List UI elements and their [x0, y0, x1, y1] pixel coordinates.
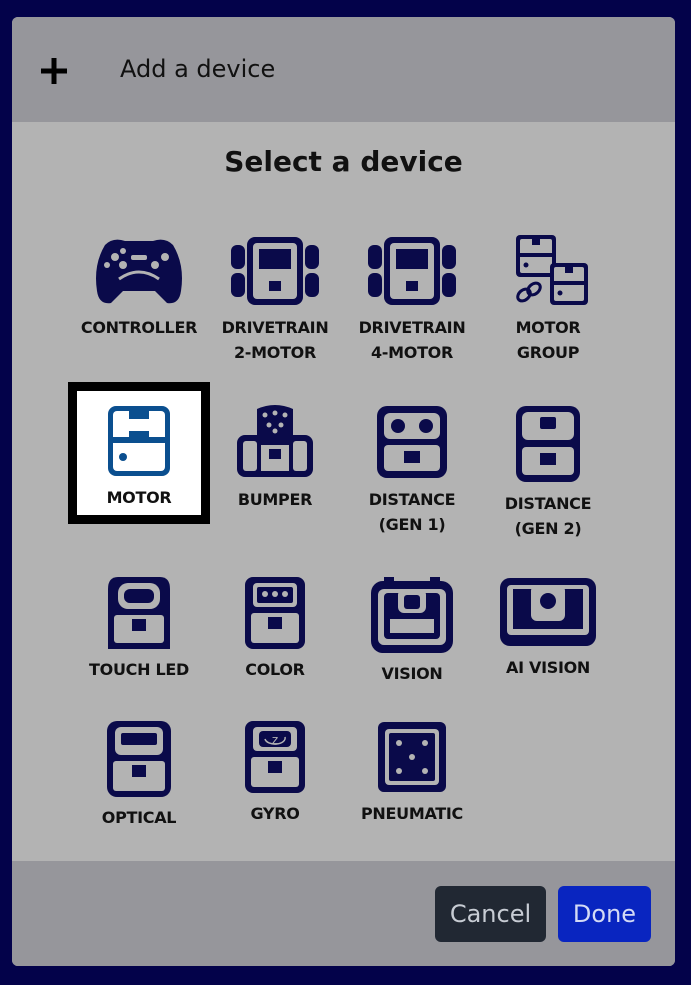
device-label: DISTANCE (GEN 1) [368, 490, 456, 534]
device-color[interactable]: COLOR [213, 577, 337, 682]
pneumatic-icon [378, 722, 446, 792]
device-label: BUMPER [237, 490, 313, 509]
device-label: DISTANCE (GEN 2) [504, 494, 592, 538]
motor-group-icon [516, 235, 588, 305]
device-distance-gen-1[interactable]: DISTANCE (GEN 1) [350, 405, 474, 537]
device-vision[interactable]: VISION [350, 577, 474, 686]
ai-vision-icon [500, 578, 596, 646]
device-label: TOUCH LED [89, 660, 189, 679]
svg-text:z: z [272, 733, 278, 747]
distance-gen-1-icon [377, 406, 447, 478]
section-title: Select a device [224, 145, 463, 178]
device-distance-gen-2[interactable]: DISTANCE (GEN 2) [486, 405, 610, 541]
touch-led-icon [108, 577, 170, 649]
device-label: PNEUMATIC [360, 804, 463, 823]
dialog-title: Add a device [120, 55, 276, 83]
bumper-icon [237, 405, 313, 477]
device-label: GYRO [250, 804, 300, 823]
device-motor[interactable]: MOTOR [77, 391, 201, 515]
device-drivetrain-4-motor[interactable]: DRIVETRAIN 4-MOTOR [350, 235, 474, 365]
device-optical[interactable]: OPTICAL [77, 721, 201, 830]
distance-gen-2-icon [516, 406, 580, 482]
cancel-button[interactable]: Cancel [435, 886, 546, 942]
device-gyro[interactable]: z GYRO [213, 721, 337, 826]
device-label: DRIVETRAIN 4-MOTOR [358, 318, 466, 362]
add-device-dialog: Add a device Select a device CONTROLLER … [12, 17, 675, 966]
dialog-footer: Cancel Done [12, 861, 675, 966]
device-bumper[interactable]: BUMPER [213, 405, 337, 512]
device-motor-group[interactable]: MOTOR GROUP [486, 235, 610, 365]
device-pneumatic[interactable]: PNEUMATIC [350, 721, 474, 826]
vision-icon [371, 577, 453, 653]
gyro-icon: z [245, 721, 305, 793]
plus-icon [41, 58, 67, 84]
device-touch-led[interactable]: TOUCH LED [77, 577, 201, 682]
device-ai-vision[interactable]: AI VISION [486, 577, 610, 680]
device-label: OPTICAL [101, 808, 177, 827]
optical-icon [107, 721, 171, 797]
device-drivetrain-2-motor[interactable]: DRIVETRAIN 2-MOTOR [213, 235, 337, 365]
done-button[interactable]: Done [558, 886, 651, 942]
device-label: CONTROLLER [80, 318, 198, 337]
dialog-header: Add a device [12, 17, 675, 122]
drivetrain-2-motor-icon [231, 237, 319, 305]
device-label: DRIVETRAIN 2-MOTOR [221, 318, 329, 362]
color-icon [245, 577, 305, 649]
device-label: VISION [381, 664, 443, 683]
device-controller[interactable]: CONTROLLER [77, 235, 201, 340]
controller-icon [96, 239, 182, 304]
device-label: COLOR [245, 660, 305, 679]
device-label: MOTOR GROUP [515, 318, 581, 362]
motor-icon [108, 406, 170, 476]
device-label: AI VISION [505, 658, 590, 677]
drivetrain-4-motor-icon [368, 237, 456, 305]
device-label: MOTOR [106, 488, 172, 507]
